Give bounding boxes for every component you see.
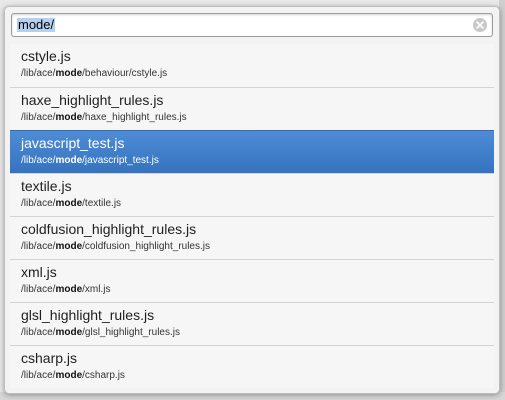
- result-item[interactable]: cstyle.js/lib/ace/mode/behaviour/cstyle.…: [10, 44, 494, 87]
- result-item[interactable]: xml.js/lib/ace/mode/xml.js: [10, 259, 494, 302]
- result-file-name: coldfusion_highlight_rules.js: [21, 221, 197, 237]
- result-item[interactable]: javascript_test.js/lib/ace/mode/javascri…: [10, 130, 494, 173]
- result-file-name: glsl_highlight_rules.js: [21, 307, 155, 323]
- path-match-highlight: mode: [55, 155, 83, 166]
- result-file-name: javascript_test.js: [21, 135, 125, 151]
- result-item[interactable]: coldfusion_highlight_rules.js/lib/ace/mo…: [10, 216, 494, 259]
- path-suffix: /haxe_highlight_rules.js: [82, 112, 187, 123]
- result-file-name: haxe_highlight_rules.js: [21, 92, 164, 108]
- path-suffix: /xml.js: [82, 284, 111, 295]
- path-match-highlight: mode: [55, 198, 83, 209]
- path-suffix: /textile.js: [82, 198, 122, 209]
- results-list: cstyle.js/lib/ace/mode/behaviour/cstyle.…: [10, 44, 494, 388]
- result-file-path: /lib/ace/mode/glsl_highlight_rules.js: [21, 327, 180, 338]
- path-prefix: /lib/ace/: [21, 327, 56, 338]
- result-file-path: /lib/ace/mode/coldfusion_highlight_rules…: [21, 241, 210, 252]
- result-item[interactable]: glsl_highlight_rules.js/lib/ace/mode/gls…: [10, 302, 494, 345]
- path-prefix: /lib/ace/: [21, 370, 56, 381]
- path-prefix: /lib/ace/: [21, 155, 56, 166]
- quick-open-panel: mode/ cstyle.js/lib/ace/mode/behaviour/c…: [4, 6, 500, 394]
- result-file-path: /lib/ace/mode/csharp.js: [21, 370, 125, 381]
- path-match-highlight: mode: [55, 112, 83, 123]
- path-suffix: /coldfusion_highlight_rules.js: [82, 241, 210, 252]
- result-item[interactable]: haxe_highlight_rules.js/lib/ace/mode/hax…: [10, 87, 494, 130]
- path-suffix: /csharp.js: [82, 370, 125, 381]
- result-file-path: /lib/ace/mode/haxe_highlight_rules.js: [21, 112, 187, 123]
- clear-search-icon[interactable]: [473, 18, 487, 32]
- search-text-selection: mode/: [17, 17, 56, 32]
- path-prefix: /lib/ace/: [21, 198, 56, 209]
- result-file-name: xml.js: [21, 264, 57, 280]
- path-prefix: /lib/ace/: [21, 241, 56, 252]
- path-suffix: /javascript_test.js: [82, 155, 159, 166]
- path-suffix: /glsl_highlight_rules.js: [82, 327, 180, 338]
- path-prefix: /lib/ace/: [21, 112, 56, 123]
- result-file-path: /lib/ace/mode/textile.js: [21, 198, 121, 209]
- path-match-highlight: mode: [55, 370, 83, 381]
- path-match-highlight: mode: [55, 241, 83, 252]
- search-box[interactable]: mode/: [11, 13, 493, 37]
- result-file-path: /lib/ace/mode/xml.js: [21, 284, 110, 295]
- result-file-name: csharp.js: [21, 350, 78, 366]
- result-file-name: textile.js: [21, 178, 72, 194]
- path-suffix: /behaviour/cstyle.js: [82, 68, 168, 79]
- result-file-path: /lib/ace/mode/javascript_test.js: [21, 155, 159, 166]
- path-match-highlight: mode: [55, 68, 83, 79]
- path-match-highlight: mode: [55, 284, 83, 295]
- result-file-name: cstyle.js: [21, 48, 71, 64]
- path-match-highlight: mode: [55, 327, 83, 338]
- path-prefix: /lib/ace/: [21, 284, 56, 295]
- result-item[interactable]: csharp.js/lib/ace/mode/csharp.js: [10, 345, 494, 388]
- path-prefix: /lib/ace/: [21, 68, 56, 79]
- result-file-path: /lib/ace/mode/behaviour/cstyle.js: [21, 68, 167, 79]
- result-item[interactable]: textile.js/lib/ace/mode/textile.js: [10, 173, 494, 216]
